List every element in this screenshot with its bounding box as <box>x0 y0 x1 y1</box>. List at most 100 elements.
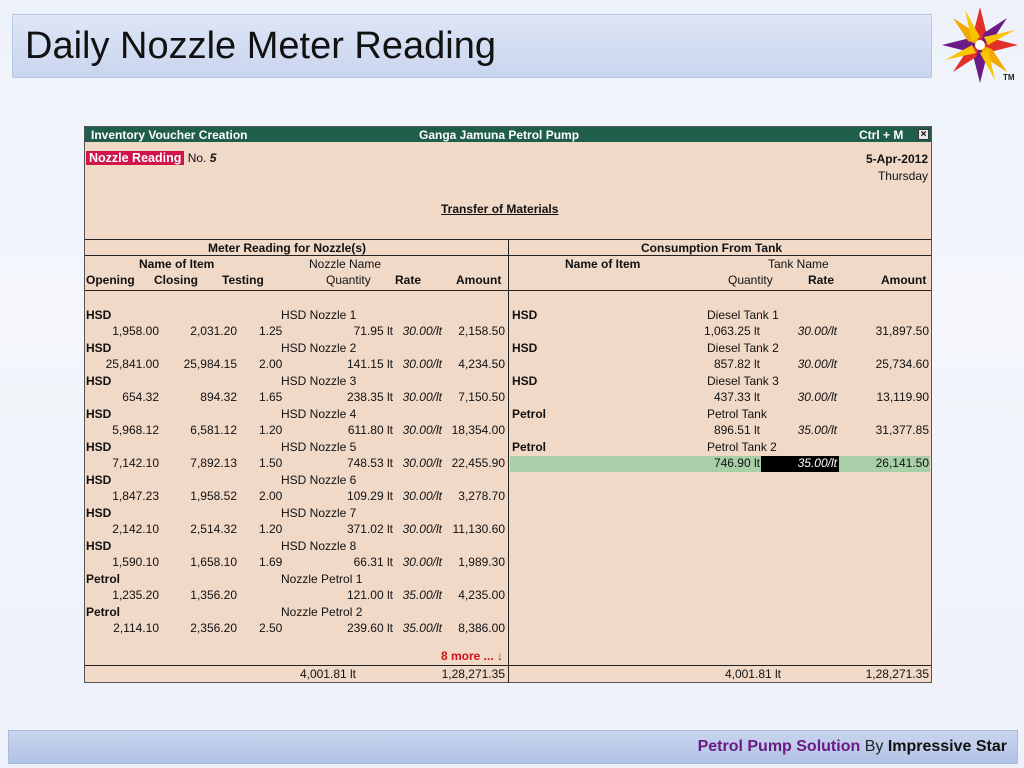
tank-rate[interactable]: 30.00/lt <box>763 390 837 404</box>
nozzle-amount[interactable]: 2,158.50 <box>443 324 505 338</box>
nozzle-amount[interactable]: 3,278.70 <box>443 489 505 503</box>
nozzle-testing[interactable]: 2.00 <box>259 357 299 371</box>
nozzle-name[interactable]: HSD Nozzle 8 <box>281 539 356 553</box>
nozzle-amount[interactable]: 4,235.00 <box>443 588 505 602</box>
nozzle-amount[interactable]: 4,234.50 <box>443 357 505 371</box>
nozzle-closing[interactable]: 2,514.32 <box>167 522 237 536</box>
nozzle-item-name[interactable]: Petrol <box>86 605 120 619</box>
nozzle-closing[interactable]: 2,356.20 <box>167 621 237 635</box>
tank-item-name[interactable]: Petrol <box>512 407 546 421</box>
nozzle-rate[interactable]: 30.00/lt <box>395 456 442 470</box>
nozzle-amount[interactable]: 8,386.00 <box>443 621 505 635</box>
nozzle-name[interactable]: HSD Nozzle 5 <box>281 440 356 454</box>
nozzle-quantity[interactable]: 371.02 lt <box>307 522 393 536</box>
nozzle-rate[interactable]: 30.00/lt <box>395 489 442 503</box>
nozzle-closing[interactable]: 1,958.52 <box>167 489 237 503</box>
nozzle-quantity[interactable]: 611.80 lt <box>307 423 393 437</box>
nozzle-item-name[interactable]: Petrol <box>86 572 120 586</box>
nozzle-testing[interactable]: 1.50 <box>259 456 299 470</box>
nozzle-amount[interactable]: 1,989.30 <box>443 555 505 569</box>
nozzle-item-name[interactable]: HSD <box>86 440 111 454</box>
nozzle-quantity[interactable]: 239.60 lt <box>307 621 393 635</box>
nozzle-amount[interactable]: 18,354.00 <box>443 423 505 437</box>
nozzle-opening[interactable]: 1,958.00 <box>89 324 159 338</box>
nozzle-closing[interactable]: 1,356.20 <box>167 588 237 602</box>
nozzle-item-name[interactable]: HSD <box>86 539 111 553</box>
nozzle-closing[interactable]: 2,031.20 <box>167 324 237 338</box>
nozzle-testing[interactable]: 1.20 <box>259 522 299 536</box>
close-icon[interactable]: × <box>918 129 929 140</box>
nozzle-rate[interactable]: 30.00/lt <box>395 390 442 404</box>
tank-name[interactable]: Petrol Tank <box>707 407 767 421</box>
tank-amount[interactable]: 26,141.50 <box>849 456 929 470</box>
more-rows-link[interactable]: 8 more ... ↓ <box>441 649 503 663</box>
tank-quantity[interactable]: 1,063.25 lt <box>685 324 760 338</box>
nozzle-rate[interactable]: 35.00/lt <box>395 588 442 602</box>
nozzle-testing[interactable]: 1.20 <box>259 423 299 437</box>
tank-rate[interactable]: 35.00/lt <box>763 456 837 470</box>
nozzle-opening[interactable]: 1,590.10 <box>89 555 159 569</box>
nozzle-closing[interactable]: 894.32 <box>167 390 237 404</box>
voucher-no-value[interactable]: 5 <box>210 151 217 165</box>
nozzle-quantity[interactable]: 748.53 lt <box>307 456 393 470</box>
tank-amount[interactable]: 31,897.50 <box>849 324 929 338</box>
tank-quantity[interactable]: 857.82 lt <box>685 357 760 371</box>
nozzle-opening[interactable]: 25,841.00 <box>89 357 159 371</box>
nozzle-item-name[interactable]: HSD <box>86 341 111 355</box>
nozzle-opening[interactable]: 2,114.10 <box>89 621 159 635</box>
nozzle-quantity[interactable]: 71.95 lt <box>307 324 393 338</box>
nozzle-opening[interactable]: 1,235.20 <box>89 588 159 602</box>
nozzle-name[interactable]: HSD Nozzle 6 <box>281 473 356 487</box>
tank-item-name[interactable]: HSD <box>512 308 537 322</box>
nozzle-closing[interactable]: 25,984.15 <box>167 357 237 371</box>
nozzle-amount[interactable]: 7,150.50 <box>443 390 505 404</box>
nozzle-closing[interactable]: 6,581.12 <box>167 423 237 437</box>
nozzle-name[interactable]: HSD Nozzle 4 <box>281 407 356 421</box>
tank-name[interactable]: Petrol Tank 2 <box>707 440 777 454</box>
nozzle-item-name[interactable]: HSD <box>86 473 111 487</box>
nozzle-testing[interactable]: 1.69 <box>259 555 299 569</box>
nozzle-opening[interactable]: 1,847.23 <box>89 489 159 503</box>
nozzle-testing[interactable]: 1.25 <box>259 324 299 338</box>
nozzle-name[interactable]: HSD Nozzle 2 <box>281 341 356 355</box>
tank-item-name[interactable]: HSD <box>512 374 537 388</box>
nozzle-name[interactable]: HSD Nozzle 3 <box>281 374 356 388</box>
nozzle-quantity[interactable]: 238.35 lt <box>307 390 393 404</box>
nozzle-rate[interactable]: 30.00/lt <box>395 423 442 437</box>
tank-quantity[interactable]: 746.90 lt <box>685 456 760 470</box>
nozzle-quantity[interactable]: 141.15 lt <box>307 357 393 371</box>
nozzle-testing[interactable]: 2.50 <box>259 621 299 635</box>
nozzle-rate[interactable]: 30.00/lt <box>395 555 442 569</box>
tank-amount[interactable]: 13,119.90 <box>849 390 930 404</box>
tank-name[interactable]: Diesel Tank 1 <box>707 308 779 322</box>
tank-amount[interactable]: 25,734.60 <box>849 357 929 371</box>
nozzle-name[interactable]: Nozzle Petrol 1 <box>281 572 362 586</box>
voucher-date[interactable]: 5-Apr-2012 <box>866 152 928 166</box>
nozzle-amount[interactable]: 11,130.60 <box>443 522 506 536</box>
nozzle-quantity[interactable]: 109.29 lt <box>307 489 393 503</box>
tank-item-name[interactable]: HSD <box>512 341 537 355</box>
tank-item-name[interactable]: Petrol <box>512 440 546 454</box>
nozzle-testing[interactable]: 1.65 <box>259 390 299 404</box>
nozzle-rate[interactable]: 35.00/lt <box>395 621 442 635</box>
nozzle-item-name[interactable]: HSD <box>86 506 111 520</box>
nozzle-testing[interactable]: 2.00 <box>259 489 299 503</box>
nozzle-rate[interactable]: 30.00/lt <box>395 522 442 536</box>
nozzle-opening[interactable]: 2,142.10 <box>89 522 159 536</box>
tank-rate[interactable]: 30.00/lt <box>763 357 837 371</box>
tank-name[interactable]: Diesel Tank 3 <box>707 374 779 388</box>
nozzle-closing[interactable]: 7,892.13 <box>167 456 237 470</box>
tank-quantity[interactable]: 437.33 lt <box>685 390 760 404</box>
nozzle-item-name[interactable]: HSD <box>86 374 111 388</box>
nozzle-name[interactable]: Nozzle Petrol 2 <box>281 605 362 619</box>
nozzle-quantity[interactable]: 66.31 lt <box>307 555 393 569</box>
nozzle-opening[interactable]: 654.32 <box>89 390 159 404</box>
nozzle-opening[interactable]: 5,968.12 <box>89 423 159 437</box>
voucher-type-badge[interactable]: Nozzle Reading <box>86 151 185 165</box>
nozzle-rate[interactable]: 30.00/lt <box>395 324 442 338</box>
nozzle-name[interactable]: HSD Nozzle 7 <box>281 506 356 520</box>
nozzle-closing[interactable]: 1,658.10 <box>167 555 237 569</box>
nozzle-opening[interactable]: 7,142.10 <box>89 456 159 470</box>
tank-quantity[interactable]: 896.51 lt <box>685 423 760 437</box>
nozzle-rate[interactable]: 30.00/lt <box>395 357 442 371</box>
